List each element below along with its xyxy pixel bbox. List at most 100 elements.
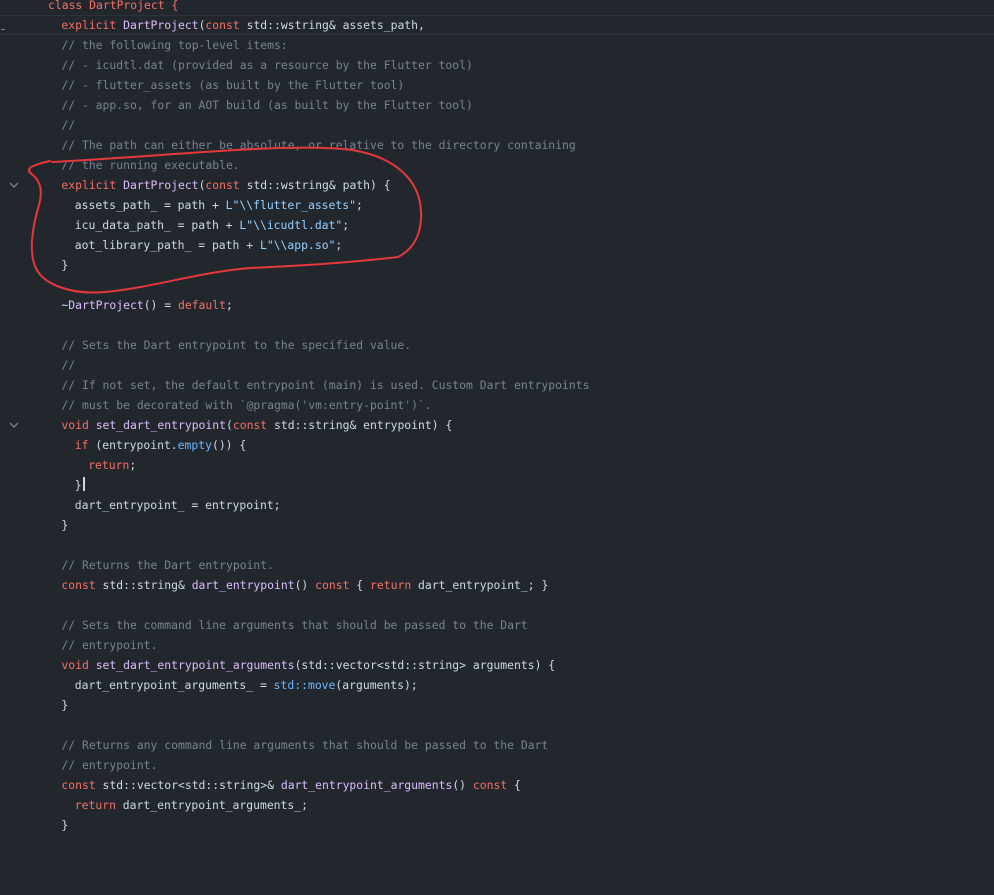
code-text: dart_entrypoint_ = entrypoint;: [74, 498, 281, 512]
code-line[interactable]: // - flutter_assets (as built by the Flu…: [0, 75, 994, 95]
token-plain: std::vector<std::string>&: [95, 778, 281, 792]
code-text: }: [61, 818, 69, 832]
chevron-down-icon[interactable]: [9, 420, 19, 430]
code-line[interactable]: // The path can either be absolute, or r…: [0, 135, 994, 155]
token-plain: (): [452, 778, 473, 792]
token-plain: (arguments);: [335, 678, 418, 692]
token-function: DartProject: [123, 18, 199, 32]
code-line[interactable]: dart_entrypoint_arguments_ = std::move(a…: [0, 675, 994, 695]
code-line[interactable]: }: [0, 815, 994, 835]
code-line[interactable]: // Sets the command line arguments that …: [0, 615, 994, 635]
code-line[interactable]: [0, 535, 994, 555]
code-line[interactable]: if (entrypoint.empty()) {: [0, 435, 994, 455]
code-comment: // Sets the command line arguments that …: [61, 618, 528, 632]
code-text: dart_entrypoint_arguments_ = std::move(a…: [48, 675, 418, 695]
code-line[interactable]: // Returns any command line arguments th…: [0, 735, 994, 755]
code-comment: // entrypoint.: [61, 638, 158, 652]
token-plain: dart_entrypoint_arguments_ =: [74, 678, 274, 692]
code-line[interactable]: }: [0, 515, 994, 535]
token-plain: (std::vector<std::string> arguments) {: [294, 658, 556, 672]
code-editor[interactable]: class DartProject { explicit DartProject…: [0, 0, 994, 855]
code-line[interactable]: // the running executable.: [0, 155, 994, 175]
token-plain: ;: [226, 298, 233, 312]
code-text: explicit DartProject(const std::wstring&…: [48, 16, 425, 34]
code-line[interactable]: return;: [0, 455, 994, 475]
token-function: dart_entrypoint: [191, 578, 295, 592]
code-line[interactable]: // entrypoint.: [0, 635, 994, 655]
token-plain: std::wstring& assets_path,: [239, 18, 425, 32]
token-function: set_dart_entrypoint_arguments: [95, 658, 295, 672]
token-keyword: const: [232, 418, 268, 432]
code-line[interactable]: dart_entrypoint_ = entrypoint;: [0, 495, 994, 515]
code-comment: // If not set, the default entrypoint (m…: [61, 378, 590, 392]
code-line[interactable]: [0, 595, 994, 615]
code-comment: //: [61, 118, 76, 132]
token-keyword: const: [472, 778, 508, 792]
token-plain: ;: [355, 198, 363, 212]
code-line[interactable]: icu_data_path_ = path + L"\\icudtl.dat";: [0, 215, 994, 235]
code-line[interactable]: const std::vector<std::string>& dart_ent…: [0, 775, 994, 795]
code-text: void set_dart_entrypoint(const std::stri…: [48, 415, 452, 435]
code-line[interactable]: [0, 315, 994, 335]
token-keyword: const: [205, 178, 240, 192]
code-line[interactable]: // entrypoint.: [0, 755, 994, 775]
token-function: set_dart_entrypoint: [95, 418, 226, 432]
code-line[interactable]: // - icudtl.dat (provided as a resource …: [0, 55, 994, 75]
code-text: return dart_entrypoint_arguments_;: [48, 795, 308, 815]
code-line[interactable]: }: [0, 695, 994, 715]
code-line[interactable]: // If not set, the default entrypoint (m…: [0, 375, 994, 395]
token-keyword: return: [370, 578, 412, 592]
token-keyword: explicit: [61, 18, 117, 32]
chevron-down-icon[interactable]: [9, 180, 19, 190]
code-line[interactable]: assets_path_ = path + L"\\flutter_assets…: [0, 195, 994, 215]
code-comment: // Sets the Dart entrypoint to the speci…: [61, 338, 412, 352]
code-line[interactable]: // must be decorated with `@pragma('vm:e…: [0, 395, 994, 415]
code-line[interactable]: }: [0, 475, 994, 495]
code-line[interactable]: // Sets the Dart entrypoint to the speci…: [0, 335, 994, 355]
token-plain: std::wstring& path) {: [239, 178, 391, 192]
code-comment: // - icudtl.dat (provided as a resource …: [61, 58, 473, 72]
code-line[interactable]: // the following top-level items:: [0, 35, 994, 55]
token-plain: }: [74, 478, 82, 492]
token-std-call: std::move: [273, 678, 336, 692]
token-plain: ;: [129, 458, 137, 472]
code-line[interactable]: class DartProject {: [0, 0, 994, 15]
code-text: }: [48, 475, 85, 495]
code-line[interactable]: [0, 835, 994, 855]
code-line[interactable]: //: [0, 115, 994, 135]
code-line[interactable]: void set_dart_entrypoint(const std::stri…: [0, 415, 994, 435]
code-line[interactable]: ~DartProject() = default;: [0, 295, 994, 315]
token-keyword: const: [315, 578, 350, 592]
code-line[interactable]: //: [0, 355, 994, 375]
code-text: const std::vector<std::string>& dart_ent…: [48, 775, 521, 795]
code-line[interactable]: // Returns the Dart entrypoint.: [0, 555, 994, 575]
code-line[interactable]: void set_dart_entrypoint_arguments(std::…: [0, 655, 994, 675]
gutter-marker: [1, 29, 5, 30]
token-plain: icu_data_path_ = path +: [74, 218, 240, 232]
code-line[interactable]: [0, 715, 994, 735]
token-keyword: return: [88, 458, 130, 472]
token-plain: ;: [335, 238, 343, 252]
code-line[interactable]: [0, 275, 994, 295]
code-line[interactable]: }: [0, 255, 994, 275]
token-plain: ()) {: [211, 438, 247, 452]
code-line[interactable]: aot_library_path_ = path + L"\\app.so";: [0, 235, 994, 255]
code-text: if (entrypoint.empty()) {: [48, 435, 246, 455]
code-line[interactable]: return dart_entrypoint_arguments_;: [0, 795, 994, 815]
code-line[interactable]: // - app.so, for an AOT build (as built …: [0, 95, 994, 115]
token-keyword: const: [61, 778, 96, 792]
code-text: void set_dart_entrypoint_arguments(std::…: [48, 655, 555, 675]
code-line[interactable]: explicit DartProject(const std::wstring&…: [0, 175, 994, 195]
code-text: }: [61, 258, 69, 272]
token-keyword: const: [61, 578, 96, 592]
code-line[interactable]: explicit DartProject(const std::wstring&…: [0, 15, 994, 35]
code-line[interactable]: const std::string& dart_entrypoint() con…: [0, 575, 994, 595]
token-keyword: void: [61, 658, 89, 672]
code-comment: // the following top-level items:: [61, 38, 288, 52]
token-keyword: explicit: [61, 178, 117, 192]
token-keyword: default: [177, 298, 226, 312]
code-comment: //: [61, 358, 76, 372]
token-plain: {: [349, 578, 371, 592]
